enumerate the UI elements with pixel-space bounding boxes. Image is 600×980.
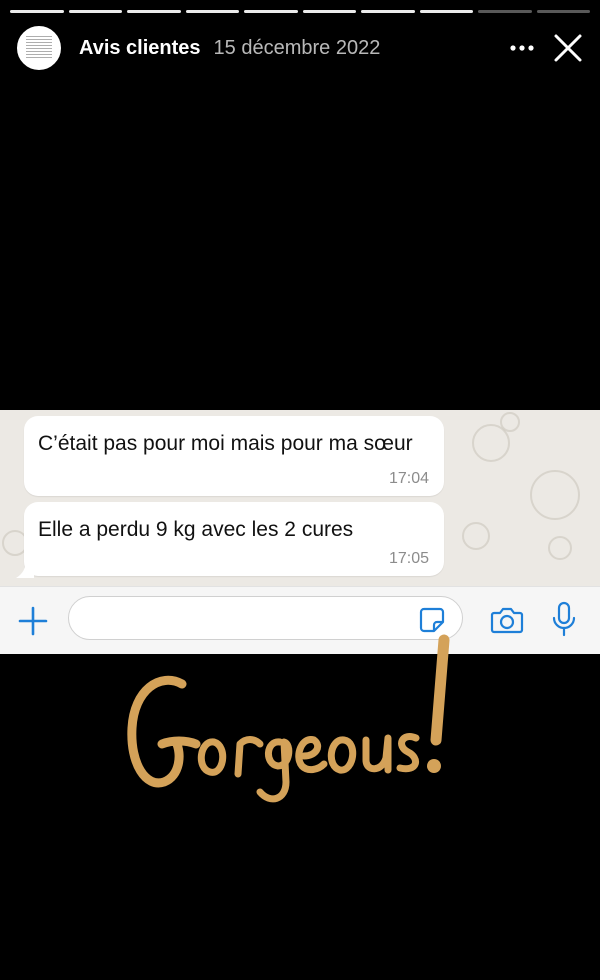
progress-segment bbox=[127, 10, 181, 13]
plus-icon[interactable] bbox=[17, 605, 49, 637]
gorgeous-sticker bbox=[127, 634, 450, 803]
microphone-icon[interactable] bbox=[550, 601, 578, 639]
progress-segment bbox=[302, 10, 356, 13]
message-text: Elle a perdu 9 kg avec les 2 cures bbox=[38, 518, 354, 541]
close-icon bbox=[554, 34, 582, 62]
chat-screenshot: C’était pas pour moi mais pour ma sœur 1… bbox=[0, 410, 600, 586]
bubble-tail-icon bbox=[16, 560, 34, 578]
camera-icon[interactable] bbox=[490, 604, 524, 636]
more-options-button[interactable] bbox=[502, 28, 542, 68]
message-text: C’était pas pour moi mais pour ma sœur bbox=[38, 432, 413, 455]
progress-segment bbox=[536, 10, 590, 13]
sticker-icon[interactable] bbox=[418, 606, 446, 634]
message-bubble[interactable]: C’était pas pour moi mais pour ma sœur 1… bbox=[24, 416, 444, 496]
progress-segment bbox=[185, 10, 239, 13]
avatar[interactable] bbox=[17, 26, 61, 70]
progress-segment bbox=[244, 10, 298, 13]
progress-segment bbox=[68, 10, 122, 13]
message-bubble[interactable]: Elle a perdu 9 kg avec les 2 cures 17:05 bbox=[24, 502, 444, 576]
progress-segment bbox=[361, 10, 415, 13]
story-header: Avis clientes 15 décembre 2022 bbox=[17, 26, 588, 70]
more-icon bbox=[510, 45, 534, 51]
close-button[interactable] bbox=[548, 28, 588, 68]
account-name[interactable]: Avis clientes bbox=[79, 37, 201, 60]
progress-segment bbox=[10, 10, 64, 13]
post-date: 15 décembre 2022 bbox=[213, 36, 381, 59]
message-time: 17:04 bbox=[388, 470, 429, 487]
message-time: 17:05 bbox=[388, 550, 429, 567]
progress-segment bbox=[478, 10, 532, 13]
story-progress-bar bbox=[10, 10, 590, 13]
progress-segment bbox=[419, 10, 473, 13]
